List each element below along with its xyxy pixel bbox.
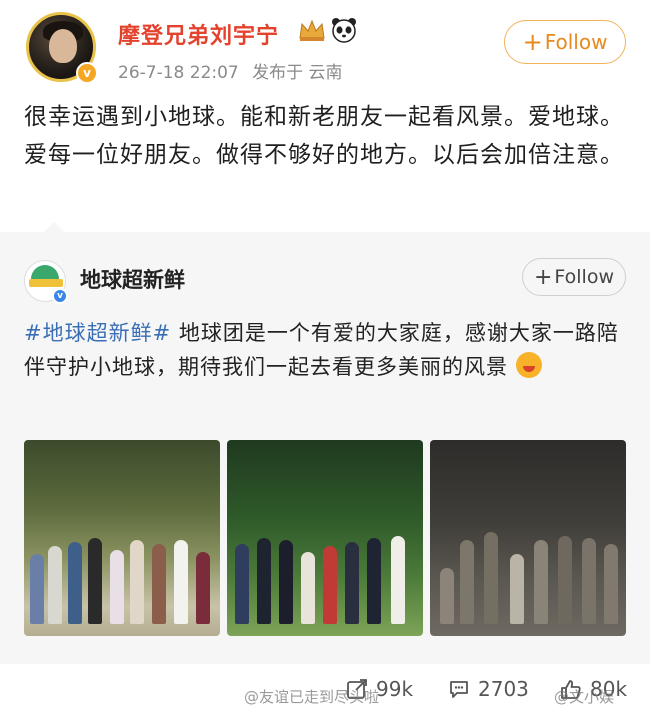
person-figure (484, 532, 498, 624)
watermark-right: @文小娱 (554, 688, 615, 706)
watermark-left: @友谊已走到尽头啦 (244, 688, 380, 706)
person-figure (257, 538, 271, 624)
comment-count: 2703 (478, 677, 529, 701)
comment-button[interactable]: 2703 (448, 664, 529, 714)
photo-thumbnail-2[interactable] (227, 440, 423, 636)
plus-icon: + (522, 28, 543, 56)
person-figure (582, 538, 596, 624)
post-meta: 26-7-18 22:07 发布于 云南 (118, 58, 351, 83)
follow-label: Follow (544, 30, 608, 54)
post-text: 很幸运遇到小地球。能和新老朋友一起看风景。爱地球。爱每一位好朋友。做得不够好的地… (24, 104, 624, 168)
person-figure (174, 540, 188, 624)
person-figure (391, 536, 405, 624)
post-location: 发布于 云南 (252, 63, 343, 83)
repost-username[interactable]: 地球超新鲜 (80, 264, 185, 294)
main-post: v 摩登兄弟刘宇宁 26-7-18 22:07 发布于 云南 + Follow … (0, 0, 650, 230)
person-figure (323, 546, 337, 624)
person-figure (558, 536, 572, 624)
verified-badge-icon: v (76, 62, 98, 84)
person-figure (110, 550, 124, 624)
person-figure (460, 540, 474, 624)
crown-badge-icon (299, 19, 325, 41)
person-figure (68, 542, 82, 624)
person-figure (196, 552, 210, 624)
person-figure (367, 538, 381, 624)
person-figure (279, 540, 293, 624)
post-timestamp: 26-7-18 22:07 (118, 63, 239, 83)
person-figure (510, 554, 524, 624)
follow-button[interactable]: + Follow (504, 20, 626, 64)
globe-logo-icon (31, 265, 59, 279)
person-figure (88, 538, 102, 624)
person-figure (152, 544, 166, 624)
hashtag-link[interactable]: #地球超新鲜# (24, 321, 171, 345)
photo-thumbnail-1[interactable] (24, 440, 220, 636)
avatar-face (49, 29, 77, 63)
panda-badge-icon (332, 18, 356, 43)
post-username[interactable]: 摩登兄弟刘宇宁 (118, 18, 279, 50)
follow-label: Follow (554, 266, 615, 288)
logo-text-block (29, 279, 63, 287)
photo-thumbnail-3[interactable] (430, 440, 626, 636)
repost-caret (44, 222, 64, 232)
person-figure (30, 554, 44, 624)
repost-text: #地球超新鲜# 地球团是一个有爱的大家庭，感谢大家一路陪伴守护小地球，期待我们一… (24, 316, 624, 384)
person-figure (534, 540, 548, 624)
verified-blue-icon: v (52, 288, 68, 304)
person-figure (130, 540, 144, 624)
plus-icon: + (533, 264, 553, 290)
person-figure (604, 544, 618, 624)
person-figure (235, 544, 249, 624)
repost-follow-button[interactable]: + Follow (522, 258, 626, 296)
person-figure (440, 568, 454, 624)
comment-icon (450, 681, 468, 698)
hug-emoji-icon (515, 352, 542, 378)
share-count: 99k (376, 677, 414, 701)
person-figure (345, 542, 359, 624)
person-figure (48, 546, 62, 624)
person-figure (301, 552, 315, 624)
reposted-post[interactable]: v 地球超新鲜 + Follow #地球超新鲜# 地球团是一个有爱的大家庭，感谢… (0, 232, 650, 664)
